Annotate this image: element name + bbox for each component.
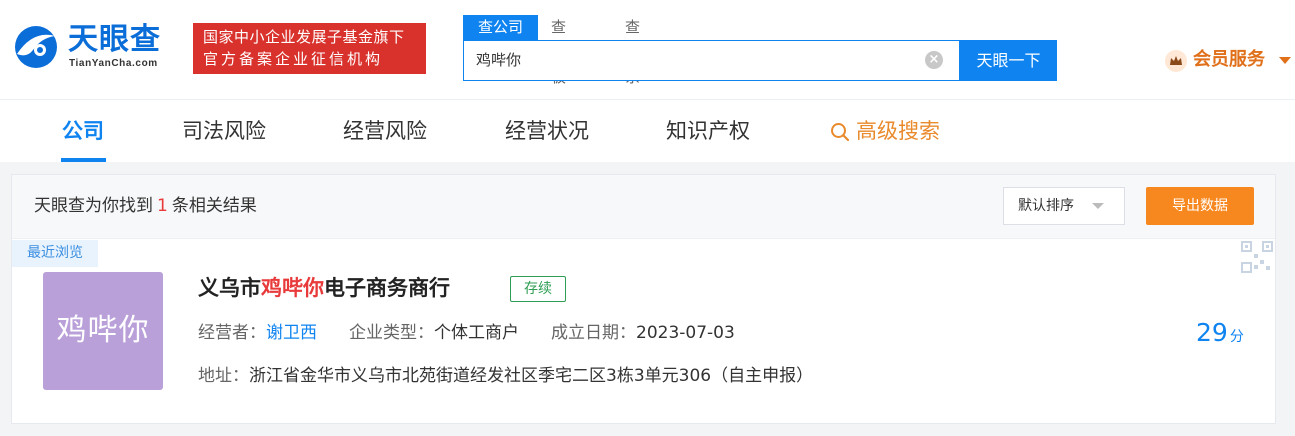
address-label: 地址： xyxy=(198,366,249,386)
address-value: 浙江省金华市义乌市北苑街道经发社区季宅二区3栋3单元306（自主申报） xyxy=(249,366,814,386)
company-type-value: 个体工商户 xyxy=(434,323,519,343)
badge-line-2: 官方备案企业征信机构 xyxy=(203,50,384,68)
badge-line-1: 国家中小企业发展子基金旗下 xyxy=(203,28,405,46)
clear-icon[interactable]: × xyxy=(925,51,943,69)
member-service-label: 会员服务 xyxy=(1193,49,1265,70)
search-input-value[interactable]: 鸡哔你 xyxy=(476,41,521,80)
established-date-value: 2023-07-03 xyxy=(636,323,735,343)
nav-advanced-search[interactable]: 高级搜索 xyxy=(830,116,940,146)
sort-dropdown[interactable]: 默认排序 xyxy=(1003,187,1125,225)
summary-suffix: 条相关结果 xyxy=(171,196,257,216)
established-date-field: 成立日期：2023-07-03 xyxy=(551,320,735,346)
summary-prefix: 天眼查为你找到 xyxy=(34,196,153,216)
qr-code-icon[interactable] xyxy=(1241,241,1273,273)
category-nav: 公司 司法风险 经营风险 经营状况 知识产权 高级搜索 xyxy=(0,100,1295,162)
company-info-row: 经营者：谢卫西 企业类型：个体工商户 成立日期：2023-07-03 xyxy=(198,320,767,346)
recently-viewed-tag: 最近浏览 xyxy=(12,240,98,267)
certification-badge: 国家中小企业发展子基金旗下 官方备案企业征信机构 xyxy=(193,23,426,74)
company-name-suffix: 电子商务商行 xyxy=(324,276,450,300)
tab-search-relation[interactable]: 查关系 xyxy=(625,15,640,86)
results-header: 天眼查为你找到 1 条相关结果 默认排序 导出数据 xyxy=(12,175,1275,239)
company-name-link[interactable]: 义乌市鸡哔你电子商务商行 xyxy=(198,273,450,303)
nav-company[interactable]: 公司 xyxy=(62,116,104,146)
result-count: 1 xyxy=(157,196,168,216)
search-button[interactable]: 天眼一下 xyxy=(960,40,1057,81)
advanced-search-label: 高级搜索 xyxy=(856,119,940,143)
search-input[interactable]: 鸡哔你 × xyxy=(463,40,960,81)
brand-domain: TianYanCha.com xyxy=(69,58,158,69)
results-panel: 天眼查为你找到 1 条相关结果 默认排序 导出数据 最近浏览 鸡哔你 义乌市鸡哔你电… xyxy=(11,174,1276,424)
operator-field: 经营者：谢卫西 xyxy=(198,320,317,346)
score-value: 29 xyxy=(1196,318,1228,347)
company-name-highlight: 鸡哔你 xyxy=(261,276,324,300)
active-tab-indicator xyxy=(61,158,106,162)
tab-search-boss[interactable]: 查老板 xyxy=(551,15,566,86)
company-type-field: 企业类型：个体工商户 xyxy=(349,320,519,346)
result-summary: 天眼查为你找到 1 条相关结果 xyxy=(34,193,257,219)
company-name-prefix: 义乌市 xyxy=(198,276,261,300)
nav-operation-status[interactable]: 经营状况 xyxy=(505,116,589,146)
nav-judicial-risk[interactable]: 司法风险 xyxy=(182,116,266,146)
chevron-down-icon xyxy=(1092,203,1104,209)
site-logo[interactable]: 天眼查 TianYanCha.com xyxy=(11,22,181,72)
site-header: 天眼查 TianYanCha.com 国家中小企业发展子基金旗下 官方备案企业征… xyxy=(0,0,1295,100)
search-icon xyxy=(831,123,850,142)
operator-label: 经营者： xyxy=(198,323,266,343)
status-badge: 存续 xyxy=(510,276,566,302)
tab-search-company[interactable]: 查公司 xyxy=(463,15,538,40)
sort-label: 默认排序 xyxy=(1018,198,1074,214)
score-unit: 分 xyxy=(1229,329,1244,345)
company-score[interactable]: 29 分 xyxy=(1196,317,1244,353)
company-type-label: 企业类型： xyxy=(349,323,434,343)
company-logo[interactable]: 鸡哔你 xyxy=(43,272,163,390)
nav-operation-risk[interactable]: 经营风险 xyxy=(343,116,427,146)
eye-logo-icon xyxy=(15,26,57,68)
export-data-button[interactable]: 导出数据 xyxy=(1146,187,1254,225)
established-date-label: 成立日期： xyxy=(551,323,636,343)
address-row: 地址：浙江省金华市义乌市北苑街道经发社区季宅二区3栋3单元306（自主申报） xyxy=(198,363,813,389)
nav-intellectual-property[interactable]: 知识产权 xyxy=(666,116,750,146)
brand-name: 天眼查 xyxy=(68,22,161,57)
chevron-down-icon xyxy=(1279,57,1291,64)
operator-link[interactable]: 谢卫西 xyxy=(266,323,317,343)
crown-icon xyxy=(1165,50,1187,72)
